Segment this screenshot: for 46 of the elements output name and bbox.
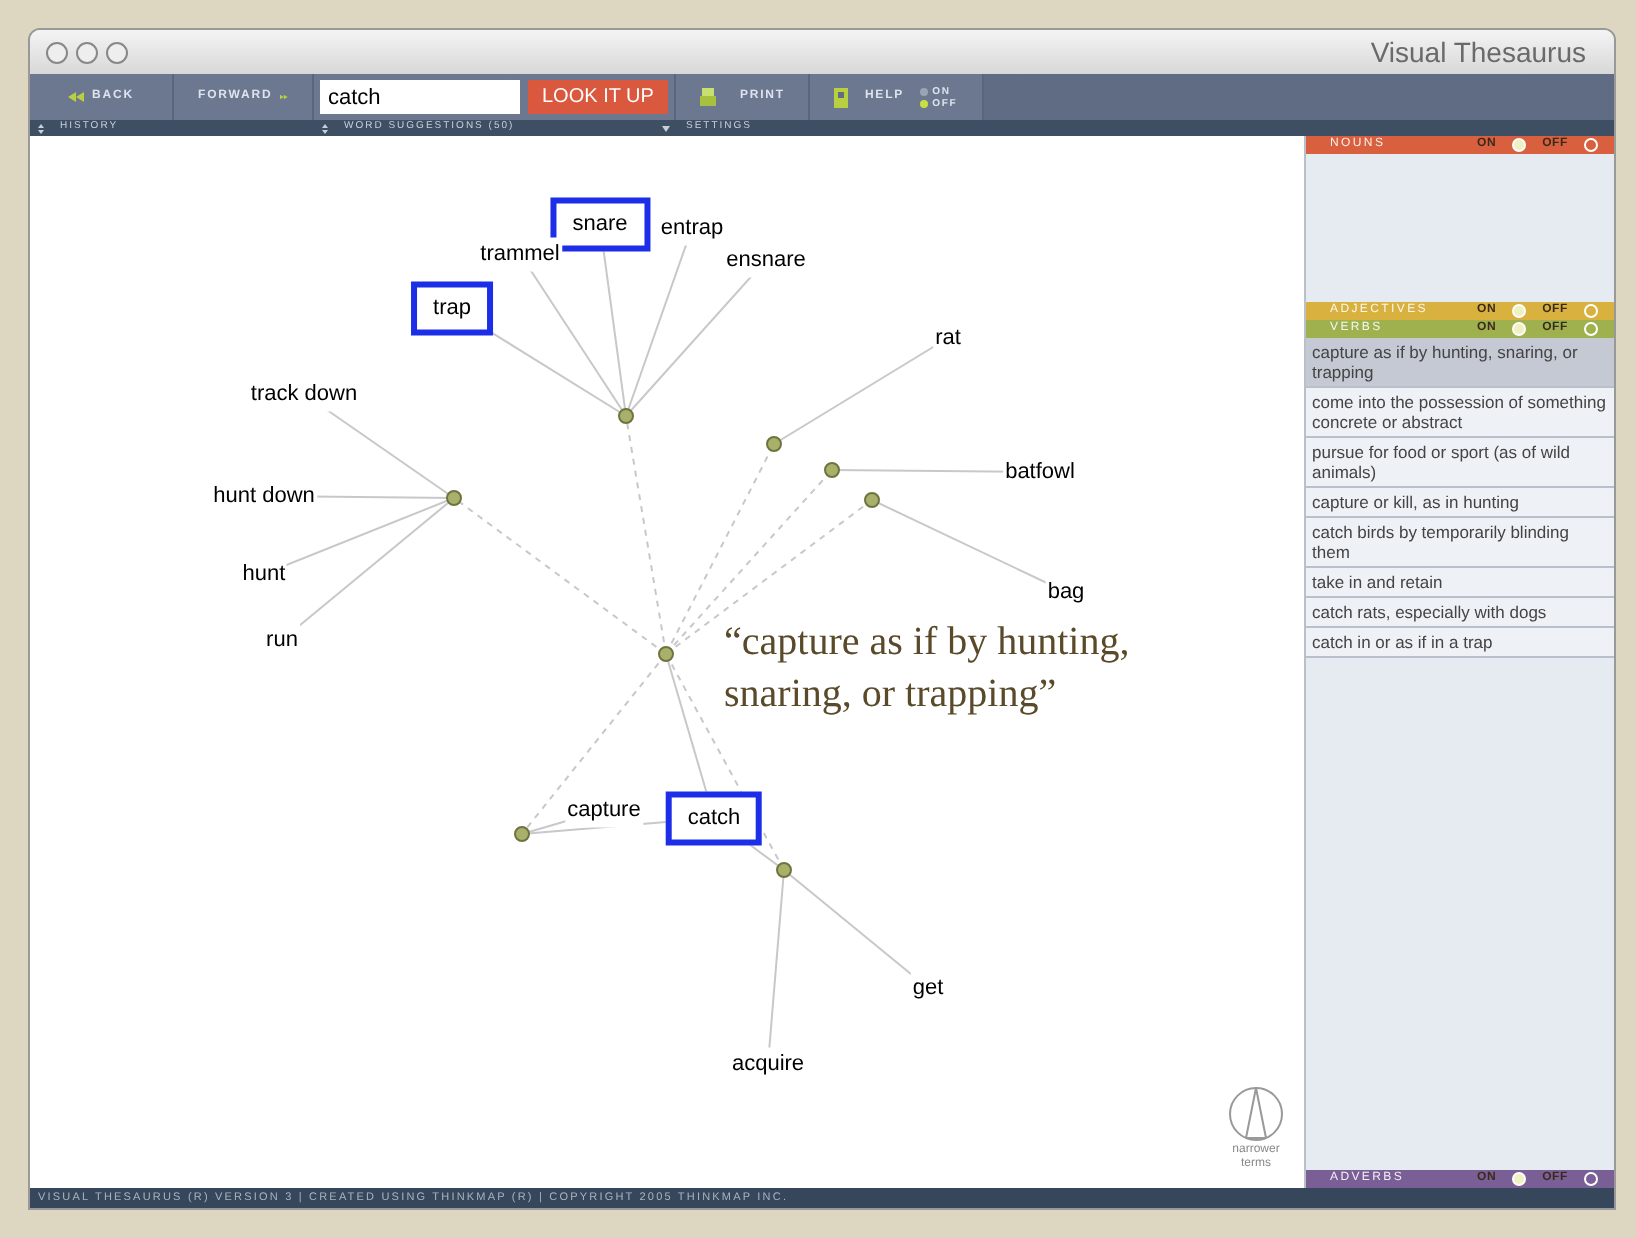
up-down-arrows-icon: [38, 123, 44, 133]
graph-node[interactable]: [658, 646, 674, 662]
graph-node[interactable]: [864, 492, 880, 508]
sense-item[interactable]: come into the possession of something concrete or abstract: [1306, 388, 1614, 438]
word-label[interactable]: catch: [665, 791, 763, 845]
graph-node[interactable]: [766, 436, 782, 452]
on-radio[interactable]: [1512, 304, 1527, 318]
word-label[interactable]: trammel: [478, 237, 562, 271]
dropdown-triangle-icon: [662, 125, 670, 131]
printer-icon: [699, 88, 716, 106]
window-control-icon[interactable]: [106, 41, 128, 63]
word-label[interactable]: get: [910, 971, 946, 1005]
sense-item[interactable]: capture or kill, as in hunting: [1306, 488, 1614, 518]
on-radio[interactable]: [1512, 1172, 1527, 1186]
on-radio[interactable]: [1512, 138, 1527, 152]
sense-item[interactable]: capture as if by hunting, snaring, or trapping: [1306, 338, 1614, 388]
help-icon: [834, 87, 849, 107]
graph-node[interactable]: [514, 826, 530, 842]
search-field[interactable]: catch: [320, 80, 520, 114]
off-radio[interactable]: [1584, 138, 1598, 152]
off-radio[interactable]: [1584, 322, 1598, 336]
on-radio[interactable]: [1512, 322, 1527, 336]
definition-text: “capture as if by hunting, snaring, or trapping”: [724, 618, 1132, 720]
off-radio[interactable]: [1584, 304, 1598, 318]
compass-icon: [1226, 1084, 1286, 1144]
window-title: Visual Thesaurus: [1370, 33, 1586, 71]
sense-item[interactable]: take in and retain: [1306, 568, 1614, 598]
sense-item[interactable]: pursue for food or sport (as of wild animals): [1306, 438, 1614, 488]
graph-node[interactable]: [446, 490, 462, 506]
graph-node[interactable]: [776, 862, 792, 878]
graph-node[interactable]: [618, 408, 634, 424]
word-label[interactable]: acquire: [729, 1047, 807, 1081]
double-left-arrow-icon: [68, 92, 85, 102]
sense-item[interactable]: catch in or as if in a trap: [1306, 628, 1614, 658]
graph-node[interactable]: [824, 462, 840, 478]
word-label[interactable]: bag: [1045, 575, 1087, 609]
window-control-icon[interactable]: [46, 41, 68, 63]
help-on-radio[interactable]: [920, 87, 929, 95]
look-it-up-button[interactable]: LOOK IT UP: [528, 80, 668, 114]
window-control-icon[interactable]: [76, 41, 98, 63]
word-label[interactable]: trap: [411, 281, 493, 335]
help-off-radio[interactable]: [920, 99, 929, 107]
sense-item[interactable]: catch rats, especially with dogs: [1306, 598, 1614, 628]
sense-item[interactable]: catch birds by temporarily blinding them: [1306, 518, 1614, 568]
up-down-arrows-icon: [322, 123, 328, 133]
off-radio[interactable]: [1584, 1172, 1598, 1186]
